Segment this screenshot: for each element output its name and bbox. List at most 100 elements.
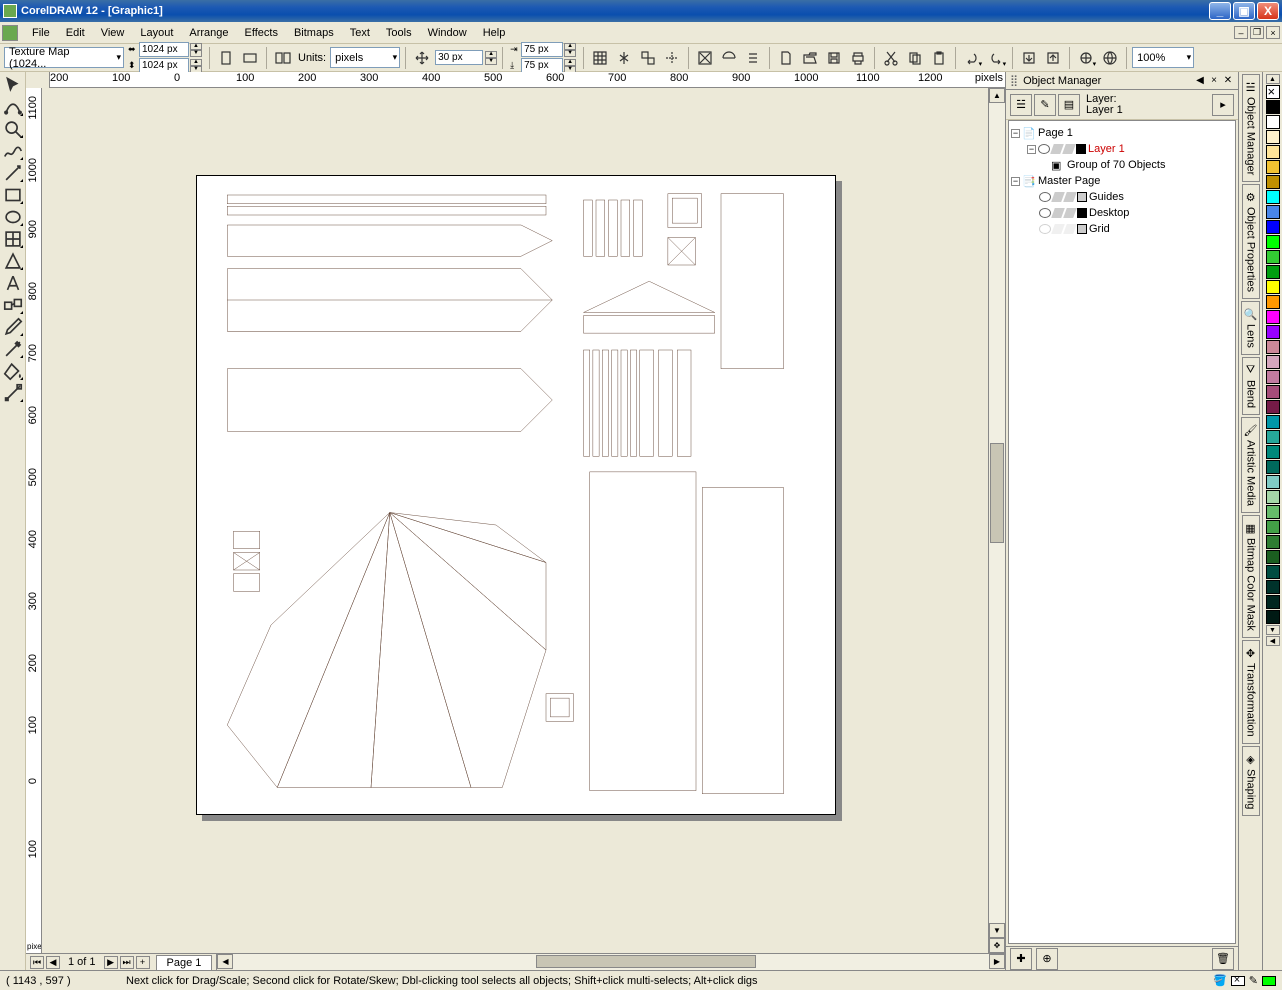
nudge-input[interactable] xyxy=(435,50,483,65)
menu-effects[interactable]: Effects xyxy=(237,25,286,41)
units-dropdown[interactable]: pixels xyxy=(330,47,400,68)
color-swatch[interactable] xyxy=(1266,235,1280,249)
color-swatch[interactable] xyxy=(1266,325,1280,339)
portrait-button[interactable] xyxy=(215,47,237,69)
page-height-input[interactable] xyxy=(139,58,189,73)
nudge-spin-up[interactable]: ▲ xyxy=(485,51,497,58)
new-master-layer-button[interactable]: ⊕ xyxy=(1036,948,1058,970)
nudge-spin-down[interactable]: ▼ xyxy=(485,58,497,65)
mdi-close-button[interactable]: × xyxy=(1266,26,1280,39)
scroll-up-button[interactable]: ▲ xyxy=(989,88,1005,103)
color-swatch[interactable] xyxy=(1266,340,1280,354)
menu-view[interactable]: View xyxy=(93,25,133,41)
tab-object-properties[interactable]: ⚙Object Properties xyxy=(1242,184,1260,299)
tab-bitmap-color-mask[interactable]: ▦Bitmap Color Mask xyxy=(1242,515,1260,638)
page-width-input[interactable] xyxy=(139,42,189,57)
landscape-button[interactable] xyxy=(239,47,261,69)
save-button[interactable] xyxy=(823,47,845,69)
color-swatch[interactable] xyxy=(1266,280,1280,294)
color-swatch[interactable] xyxy=(1266,535,1280,549)
color-swatch[interactable] xyxy=(1266,160,1280,174)
docker-flyout-button[interactable]: ▸ xyxy=(1212,94,1234,116)
minimize-button[interactable]: _ xyxy=(1209,2,1231,20)
docker-close-button[interactable]: ✕ xyxy=(1222,75,1234,87)
scroll-thumb-vertical[interactable] xyxy=(990,443,1004,543)
docker-header[interactable]: ⣿ Object Manager ◀ × ✕ xyxy=(1006,72,1238,90)
duplicate-y-input[interactable] xyxy=(521,58,563,73)
page-tab[interactable]: Page 1 xyxy=(156,955,213,970)
visibility-icon[interactable] xyxy=(1039,192,1051,202)
layer-color-swatch[interactable] xyxy=(1076,144,1086,154)
new-layer-button[interactable]: ✚ xyxy=(1010,948,1032,970)
menu-layout[interactable]: Layout xyxy=(132,25,181,41)
object-tree[interactable]: − 📄 Page 1 − Layer 1 ▣ Group of 70 Objec… xyxy=(1008,120,1236,944)
outline-swatch-none[interactable] xyxy=(1231,976,1245,986)
corel-online-button[interactable] xyxy=(1099,47,1121,69)
tree-guides-node[interactable]: Guides xyxy=(1011,189,1233,205)
show-properties-button[interactable]: ☱ xyxy=(1010,94,1032,116)
layer-color-swatch[interactable] xyxy=(1077,208,1087,218)
dupy-spin-up[interactable]: ▲ xyxy=(564,59,576,66)
page-preset-dropdown[interactable]: Texture Map (1024... xyxy=(4,47,124,68)
menu-window[interactable]: Window xyxy=(420,25,475,41)
collapse-icon[interactable]: − xyxy=(1027,145,1036,154)
visibility-icon[interactable] xyxy=(1039,208,1051,218)
tree-desktop-node[interactable]: Desktop xyxy=(1011,205,1233,221)
snap-to-objects-button[interactable] xyxy=(637,47,659,69)
dynamic-guides-button[interactable] xyxy=(661,47,683,69)
color-swatch[interactable] xyxy=(1266,385,1280,399)
menu-text[interactable]: Text xyxy=(342,25,378,41)
color-swatch[interactable] xyxy=(1266,190,1280,204)
print-button[interactable] xyxy=(847,47,869,69)
layer-color-swatch[interactable] xyxy=(1077,192,1087,202)
color-swatch[interactable] xyxy=(1266,175,1280,189)
new-button[interactable] xyxy=(775,47,797,69)
palette-scroll-up[interactable]: ▲ xyxy=(1266,74,1280,84)
color-swatch[interactable] xyxy=(1266,145,1280,159)
text-tool[interactable] xyxy=(1,272,25,294)
interactive-fill-tool[interactable] xyxy=(1,382,25,404)
scroll-down-button[interactable]: ▼ xyxy=(989,923,1005,938)
edit-across-layers-button[interactable]: ✎ xyxy=(1034,94,1056,116)
delete-button[interactable]: 🗑 xyxy=(1212,948,1234,970)
navigator-button[interactable]: ✥ xyxy=(989,938,1005,953)
color-swatch[interactable] xyxy=(1266,595,1280,609)
tree-layer-node[interactable]: − Layer 1 xyxy=(1011,141,1233,157)
palette-flyout-button[interactable]: ◀ xyxy=(1266,636,1280,646)
width-spin-up[interactable]: ▲ xyxy=(190,43,202,50)
editable-icon[interactable] xyxy=(1062,144,1076,154)
visibility-icon[interactable] xyxy=(1038,144,1050,154)
dupx-spin-down[interactable]: ▼ xyxy=(564,50,576,57)
scrollbar-vertical[interactable]: ▲ ▼ ✥ xyxy=(988,88,1005,953)
color-swatch[interactable] xyxy=(1266,310,1280,324)
scroll-right-button[interactable]: ▶ xyxy=(989,954,1005,969)
pick-tool[interactable] xyxy=(1,74,25,96)
tab-lens[interactable]: 🔍Lens xyxy=(1241,301,1261,355)
palette-scroll-down[interactable]: ▼ xyxy=(1266,625,1280,635)
dupx-spin-up[interactable]: ▲ xyxy=(564,43,576,50)
redo-button[interactable] xyxy=(985,47,1007,69)
open-button[interactable] xyxy=(799,47,821,69)
first-page-button[interactable]: ⏮ xyxy=(30,956,44,969)
interactive-blend-tool[interactable] xyxy=(1,294,25,316)
color-swatch[interactable] xyxy=(1266,130,1280,144)
snap-to-grid-button[interactable] xyxy=(589,47,611,69)
tree-group-node[interactable]: ▣ Group of 70 Objects xyxy=(1011,157,1233,173)
export-button[interactable] xyxy=(1042,47,1064,69)
copy-button[interactable] xyxy=(904,47,926,69)
color-swatch[interactable] xyxy=(1266,505,1280,519)
tree-grid-node[interactable]: Grid xyxy=(1011,221,1233,237)
undo-button[interactable] xyxy=(961,47,983,69)
last-page-button[interactable]: ⏭ xyxy=(120,956,134,969)
menu-help[interactable]: Help xyxy=(475,25,514,41)
maximize-button[interactable]: ▣ xyxy=(1233,2,1255,20)
ellipse-tool[interactable] xyxy=(1,206,25,228)
facing-pages-button[interactable] xyxy=(272,47,294,69)
color-swatch[interactable] xyxy=(1266,220,1280,234)
zoom-tool[interactable] xyxy=(1,118,25,140)
duplicate-x-input[interactable] xyxy=(521,42,563,57)
docker-menu-button[interactable]: × xyxy=(1208,75,1220,87)
tab-transformation[interactable]: ✥Transformation xyxy=(1242,640,1260,744)
options-button[interactable] xyxy=(742,47,764,69)
scroll-thumb-horizontal[interactable] xyxy=(536,955,756,968)
